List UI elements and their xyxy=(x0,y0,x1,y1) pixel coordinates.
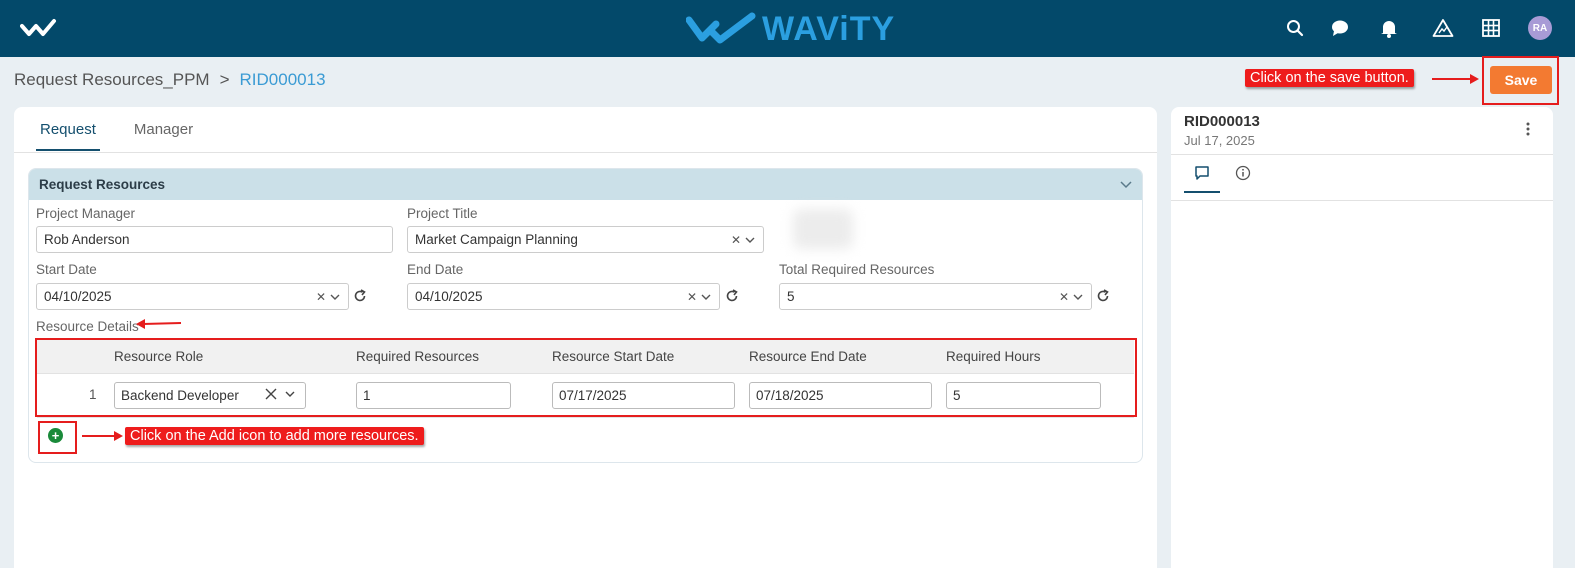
apps-grid-icon[interactable] xyxy=(1480,17,1502,39)
project-title-value: Market Campaign Planning xyxy=(415,232,578,247)
refresh-icon[interactable] xyxy=(353,289,367,303)
section-header[interactable]: Request Resources xyxy=(29,169,1142,200)
top-bar: WAViTY RA xyxy=(0,0,1575,57)
breadcrumb-current: RID000013 xyxy=(239,70,326,89)
avatar[interactable]: RA xyxy=(1528,16,1552,40)
menu-logo-icon[interactable] xyxy=(20,16,60,40)
tab-info[interactable] xyxy=(1225,165,1261,193)
save-button[interactable]: Save xyxy=(1490,66,1552,94)
add-icon[interactable]: + xyxy=(48,428,63,443)
brand-logo: WAViTY xyxy=(686,8,895,50)
blurred-content xyxy=(793,209,853,249)
total-resources-value: 5 xyxy=(787,289,795,304)
total-resources-label: Total Required Resources xyxy=(779,262,935,277)
chevron-down-icon[interactable] xyxy=(1120,176,1132,194)
breadcrumb-parent[interactable]: Request Resources_PPM xyxy=(14,70,210,90)
project-title-select[interactable]: Market Campaign Planning ✕ xyxy=(407,226,764,253)
brand-name: WAViTY xyxy=(762,9,896,48)
start-date-value: 04/10/2025 xyxy=(44,289,112,304)
project-title-label: Project Title xyxy=(407,206,478,221)
chat-icon[interactable] xyxy=(1329,17,1351,39)
clear-icon[interactable]: ✕ xyxy=(316,290,326,304)
tab-manager[interactable]: Manager xyxy=(130,107,197,151)
annotation-arrow-icon xyxy=(136,319,182,329)
annotation-add: Click on the Add icon to add more resour… xyxy=(125,427,424,445)
tabs-divider xyxy=(14,152,1157,153)
resource-details-label: Resource Details xyxy=(36,319,139,334)
tab-comments[interactable] xyxy=(1184,165,1220,193)
brand-check-icon xyxy=(686,12,756,44)
search-icon[interactable] xyxy=(1284,17,1306,39)
breadcrumb: Request Resources_PPM > RID000013 xyxy=(14,70,326,90)
kebab-menu-icon[interactable] xyxy=(1526,122,1530,136)
comment-icon xyxy=(1195,166,1209,180)
side-panel-divider xyxy=(1171,154,1553,155)
side-panel: RID000013 Jul 17, 2025 xyxy=(1171,107,1553,568)
tab-request[interactable]: Request xyxy=(36,107,100,151)
chevron-down-icon[interactable] xyxy=(745,233,755,247)
bell-icon[interactable] xyxy=(1378,17,1400,39)
chevron-down-icon[interactable] xyxy=(330,290,340,304)
annotation-arrow-icon xyxy=(82,431,123,441)
refresh-icon[interactable] xyxy=(1096,289,1110,303)
start-date-field[interactable]: 04/10/2025 ✕ xyxy=(36,283,349,310)
end-date-label: End Date xyxy=(407,262,464,277)
info-icon xyxy=(1235,165,1251,181)
annotation-arrow-icon xyxy=(1432,74,1479,84)
clear-icon[interactable]: ✕ xyxy=(1059,290,1069,304)
tab-bar: Request Manager xyxy=(36,107,227,152)
end-date-field[interactable]: 04/10/2025 ✕ xyxy=(407,283,720,310)
side-panel-title: RID000013 xyxy=(1184,113,1260,130)
highlight-resource-table-box xyxy=(35,338,1137,417)
clear-icon[interactable]: ✕ xyxy=(731,233,741,247)
breadcrumb-separator: > xyxy=(219,70,230,89)
side-panel-date: Jul 17, 2025 xyxy=(1184,133,1255,148)
section-title: Request Resources xyxy=(39,177,166,192)
side-panel-tabs-divider xyxy=(1171,200,1553,201)
total-resources-field[interactable]: 5 ✕ xyxy=(779,283,1092,310)
request-resources-section: Request Resources Project Manager Rob An… xyxy=(28,168,1143,463)
chevron-down-icon[interactable] xyxy=(701,290,711,304)
alert-triangle-icon[interactable] xyxy=(1432,17,1454,39)
chevron-down-icon[interactable] xyxy=(1073,290,1083,304)
annotation-save: Click on the save button. xyxy=(1245,69,1414,87)
start-date-label: Start Date xyxy=(36,262,97,277)
project-manager-label: Project Manager xyxy=(36,206,136,221)
project-manager-field[interactable]: Rob Anderson xyxy=(36,226,393,253)
refresh-icon[interactable] xyxy=(725,289,739,303)
end-date-value: 04/10/2025 xyxy=(415,289,483,304)
clear-icon[interactable]: ✕ xyxy=(687,290,697,304)
